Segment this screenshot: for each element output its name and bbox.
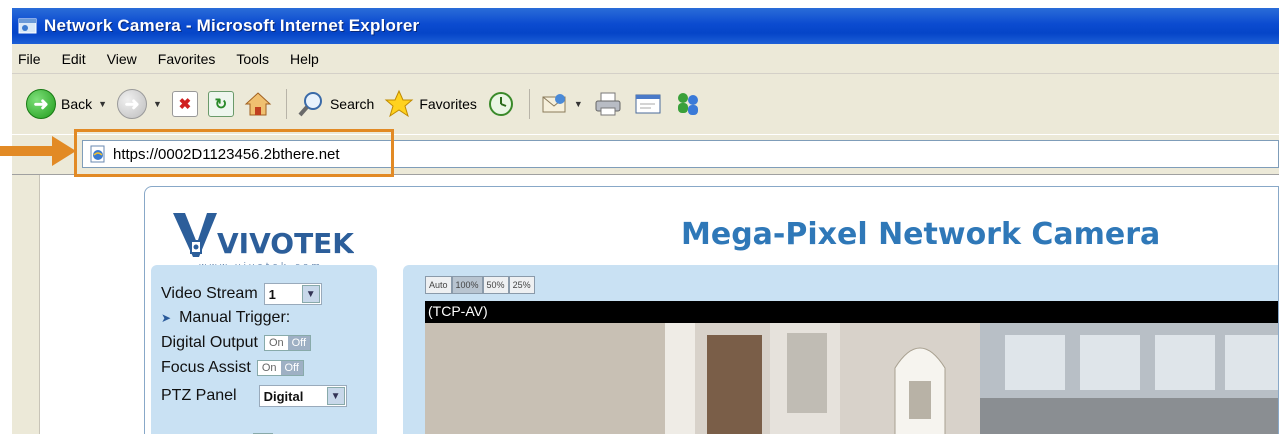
favorites-button[interactable]: Favorites	[384, 89, 477, 119]
window-title: Network Camera - Microsoft Internet Expl…	[44, 16, 420, 35]
focus-assist-label: Focus Assist	[161, 359, 251, 376]
ie-window-icon	[18, 18, 37, 34]
size-50-button[interactable]: 50%	[482, 276, 509, 294]
stop-button[interactable]: ✖	[171, 91, 198, 117]
page-heading: Mega-Pixel Network Camera	[681, 217, 1161, 252]
size-auto-button[interactable]: Auto	[425, 276, 452, 294]
history-icon	[488, 92, 513, 116]
digital-output-label: Digital Output	[161, 334, 258, 351]
search-button[interactable]: Search	[297, 90, 374, 118]
toolbar-separator	[528, 89, 530, 119]
chevron-down-icon: ▼	[301, 285, 320, 303]
control-panel: Video Stream 1 ▼ ➤ Manual Trigger: Digit…	[151, 265, 377, 434]
focus-assist-row: Focus Assist On Off	[161, 359, 304, 377]
back-button[interactable]: ➜ Back ▼	[26, 89, 107, 119]
forward-dropdown-icon[interactable]: ▼	[153, 99, 162, 109]
back-arrow-icon: ➜	[26, 89, 56, 119]
search-label: Search	[329, 96, 375, 112]
print-button[interactable]	[593, 90, 623, 118]
digital-output-toggle: On Off	[263, 335, 312, 351]
annotation-arrow-icon	[0, 136, 76, 166]
ptz-panel-select[interactable]: Digital ▼	[258, 385, 347, 407]
refresh-icon: ↻	[207, 91, 234, 117]
stop-icon: ✖	[171, 91, 198, 117]
logo-wordmark: VIVOTEK	[217, 227, 354, 260]
toolbar-separator	[285, 89, 287, 119]
menu-tools[interactable]: Tools	[236, 51, 269, 67]
ptz-panel-row: PTZ Panel Digital ▼	[161, 385, 347, 407]
mail-button[interactable]: ▼	[540, 90, 583, 118]
menu-favorites[interactable]: Favorites	[158, 51, 216, 67]
back-dropdown-icon[interactable]: ▼	[98, 99, 107, 109]
mail-icon	[542, 94, 566, 113]
digital-output-off-button[interactable]: Off	[287, 336, 311, 350]
camera-page: VIVOTEK www.vivotek.com Mega-Pixel Netwo…	[144, 186, 1279, 434]
menu-bar: File Edit View Favorites Tools Help	[12, 44, 1279, 74]
favorites-star-icon	[384, 89, 414, 118]
edit-button[interactable]	[633, 90, 663, 118]
expand-arrow-icon: ➤	[161, 311, 172, 325]
digital-output-on-button[interactable]: On	[264, 336, 288, 350]
refresh-button[interactable]: ↻	[207, 91, 234, 117]
menu-view[interactable]: View	[107, 51, 137, 67]
menu-file[interactable]: File	[18, 51, 41, 67]
video-stream-value: 1	[268, 286, 276, 302]
video-frame[interactable]: (TCP-AV)	[425, 301, 1278, 434]
ptz-panel-label: PTZ Panel	[161, 387, 237, 404]
left-pane	[12, 175, 40, 434]
manual-trigger-label: Manual Trigger:	[179, 309, 291, 326]
search-icon	[298, 92, 322, 117]
printer-icon	[595, 92, 621, 116]
video-panel: Auto 100% 50% 25% (TCP-AV)	[403, 265, 1278, 434]
standard-toolbar: ➜ Back ▼ ➜ ▼ ✖ ↻ Search Favorites ▼	[12, 74, 1279, 134]
back-label: Back	[61, 96, 93, 112]
forward-button[interactable]: ➜ ▼	[117, 89, 162, 119]
view-size-buttons: Auto 100% 50% 25%	[425, 276, 535, 294]
chevron-down-icon: ▼	[326, 387, 345, 405]
manual-trigger-row[interactable]: ➤ Manual Trigger:	[161, 309, 290, 327]
menu-edit[interactable]: Edit	[62, 51, 86, 67]
favorites-label: Favorites	[419, 96, 477, 112]
mail-dropdown-icon[interactable]: ▼	[574, 99, 583, 109]
video-stream-row: Video Stream 1 ▼	[161, 283, 322, 305]
history-button[interactable]	[487, 90, 515, 118]
size-100-button[interactable]: 100%	[451, 276, 483, 294]
digital-output-row: Digital Output On Off	[161, 334, 312, 352]
url-highlight-box	[74, 129, 394, 177]
focus-assist-off-button[interactable]: Off	[280, 361, 303, 375]
ptz-panel-value: Digital	[263, 388, 304, 404]
focus-assist-on-button[interactable]: On	[257, 361, 281, 375]
video-stream-select[interactable]: 1 ▼	[263, 283, 322, 305]
menu-help[interactable]: Help	[290, 51, 319, 67]
focus-assist-toggle: On Off	[256, 360, 304, 376]
home-icon	[244, 92, 272, 116]
forward-arrow-icon: ➜	[117, 89, 148, 119]
home-button[interactable]	[244, 90, 272, 118]
video-stream-label: Video Stream	[161, 285, 258, 302]
title-bar: Network Camera - Microsoft Internet Expl…	[12, 8, 1279, 44]
browser-window: Network Camera - Microsoft Internet Expl…	[12, 8, 1279, 434]
messenger-button[interactable]	[673, 90, 703, 118]
size-25-button[interactable]: 25%	[508, 276, 535, 294]
messenger-people-icon	[677, 93, 698, 115]
camera-live-image	[425, 323, 1278, 434]
page-viewport: VIVOTEK www.vivotek.com Mega-Pixel Netwo…	[12, 174, 1279, 434]
protocol-label: (TCP-AV)	[428, 303, 488, 319]
edit-page-icon	[635, 94, 661, 114]
